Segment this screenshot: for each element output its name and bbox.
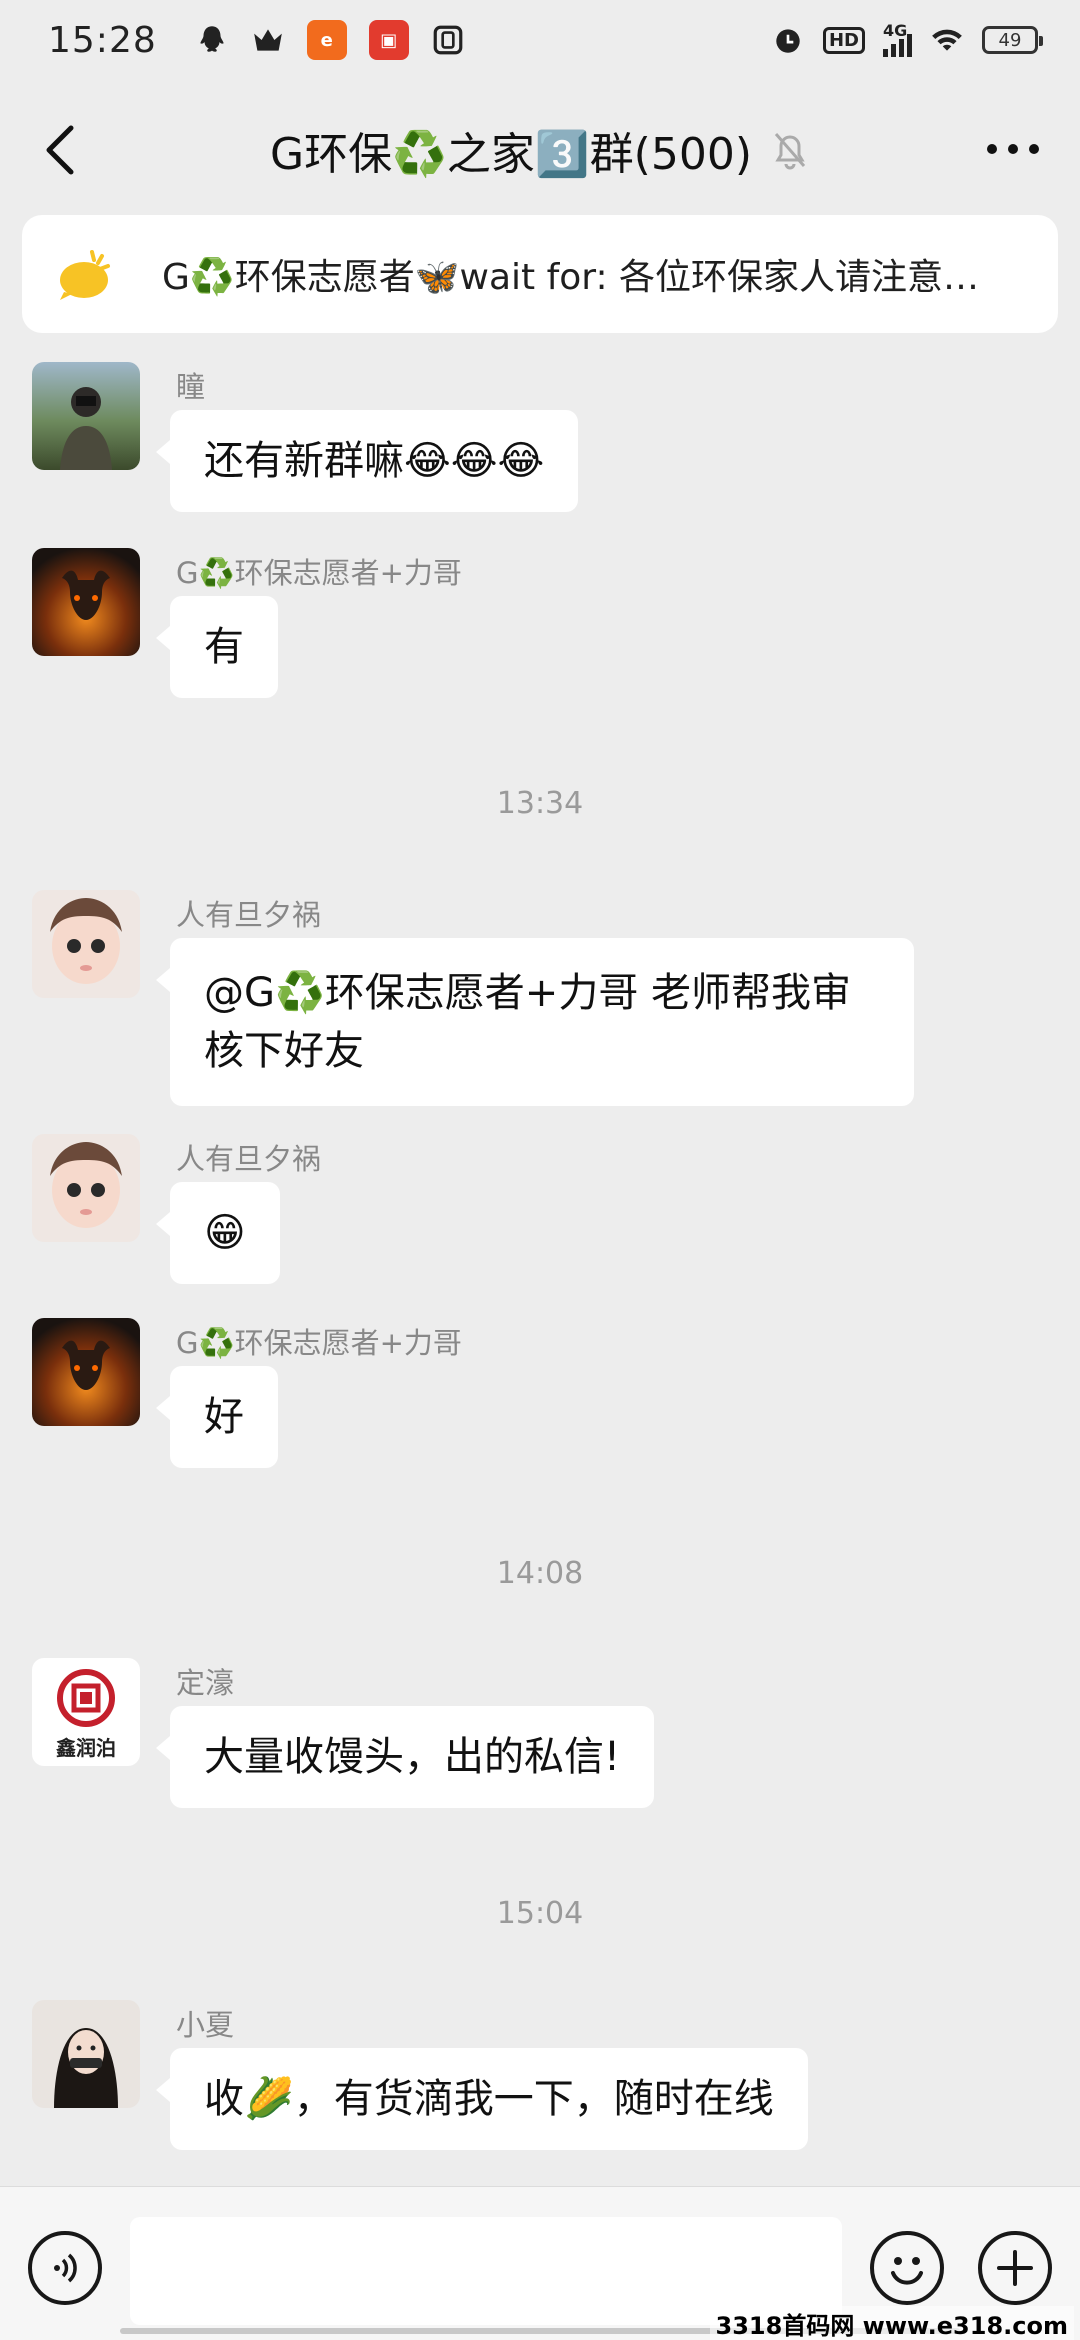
sender-name: 瞳	[176, 370, 206, 404]
alarm-icon	[776, 29, 800, 53]
app-red-icon: ▣	[368, 20, 409, 60]
message-bubble[interactable]: 大量收馒头，出的私信!	[155, 1706, 655, 1808]
message-bubble[interactable]: 还有新群嘛😂😂😂	[155, 410, 579, 512]
avatar[interactable]	[32, 1318, 140, 1426]
voice-icon	[54, 2253, 77, 2283]
app-box-icon	[433, 25, 463, 55]
message-bubble[interactable]: 😁	[156, 1182, 280, 1284]
status-time: 15:28	[48, 19, 157, 61]
message-bubble[interactable]: 有	[156, 596, 278, 698]
emoji-icon	[891, 2257, 923, 2285]
sender-name: 定濠	[176, 1666, 235, 1700]
announcement-icon	[60, 250, 110, 300]
network-type: 4G	[883, 21, 908, 40]
group-announcement[interactable]: G♻️环保志愿者🦋wait for: 各位环保家人请注意…	[22, 215, 1058, 333]
sender-name: G♻️环保志愿者+力哥	[176, 556, 462, 590]
mute-bell-icon	[774, 133, 806, 170]
emoji-button[interactable]	[870, 2231, 944, 2305]
sender-name: 人有旦夕祸	[176, 1142, 322, 1176]
message-bubble[interactable]: @G♻️环保志愿者+力哥 老师帮我审核下好友	[156, 938, 914, 1106]
more-options-button[interactable]	[978, 124, 1048, 174]
qq-icon	[200, 26, 224, 52]
sender-name: 小夏	[176, 2008, 235, 2042]
avatar[interactable]	[32, 1134, 140, 1242]
crown-icon	[253, 29, 282, 51]
timestamp: 15:04	[496, 1896, 584, 1931]
plus-icon	[997, 2250, 1033, 2286]
avatar[interactable]	[32, 2000, 140, 2108]
avatar[interactable]	[32, 890, 140, 998]
more-functions-button[interactable]	[978, 2231, 1052, 2305]
chat-header: G环保♻️之家3️⃣群(500)	[0, 80, 1080, 220]
chevron-left-icon	[46, 125, 74, 175]
sender-name: 人有旦夕祸	[176, 898, 322, 932]
watermark: 3318首码网 www.e318.com	[709, 2306, 1074, 2340]
avatar[interactable]	[32, 548, 140, 656]
sender-name: G♻️环保志愿者+力哥	[176, 1326, 462, 1360]
avatar[interactable]: 鑫润泊	[32, 1658, 140, 1766]
avatar[interactable]	[32, 362, 140, 470]
wifi-icon	[932, 29, 962, 51]
message-bubble[interactable]: 好	[156, 1366, 278, 1468]
announcement-text: G♻️环保志愿者🦋wait for: 各位环保家人请注意…	[162, 257, 980, 298]
message-bubble[interactable]: 收🌽，有货滴我一下，随时在线	[156, 2048, 808, 2150]
app-orange-icon: e	[306, 20, 347, 60]
back-button[interactable]	[30, 120, 90, 180]
timestamp: 14:08	[496, 1556, 584, 1591]
battery-icon: 49	[982, 26, 1043, 54]
hd-badge: HD	[822, 26, 865, 54]
voice-button[interactable]	[28, 2231, 102, 2305]
avatar-brand-text: 鑫润泊	[56, 1736, 116, 1760]
more-icon	[987, 144, 1039, 154]
status-bar: 15:28 e ▣ HD 4G 49	[0, 0, 1080, 80]
signal-icon: 4G	[883, 21, 912, 57]
chat-title: G环保♻️之家3️⃣群(500)	[270, 129, 752, 180]
timestamp: 13:34	[496, 786, 584, 821]
